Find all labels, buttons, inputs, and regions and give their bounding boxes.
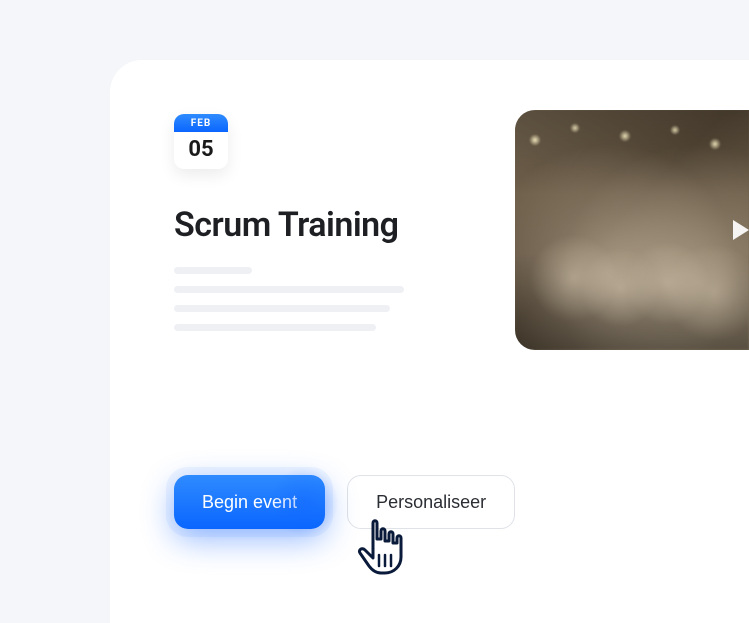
begin-event-button[interactable]: Begin event — [174, 475, 325, 529]
background-panel: FEB 05 Scrum Training Begin event Person… — [0, 0, 749, 623]
date-month: FEB — [174, 114, 228, 132]
bg-decoration — [0, 363, 110, 473]
event-media-thumbnail[interactable] — [515, 110, 749, 350]
placeholder-line — [174, 305, 390, 312]
play-icon — [733, 220, 749, 240]
action-row: Begin event Personaliseer — [174, 475, 515, 529]
date-day: 05 — [174, 132, 228, 169]
event-card: FEB 05 Scrum Training Begin event Person… — [110, 60, 749, 623]
date-badge: FEB 05 — [174, 114, 228, 169]
placeholder-line — [174, 286, 404, 293]
personalize-button[interactable]: Personaliseer — [347, 475, 515, 529]
placeholder-line — [174, 324, 376, 331]
description-placeholder — [174, 267, 404, 331]
placeholder-line — [174, 267, 252, 274]
